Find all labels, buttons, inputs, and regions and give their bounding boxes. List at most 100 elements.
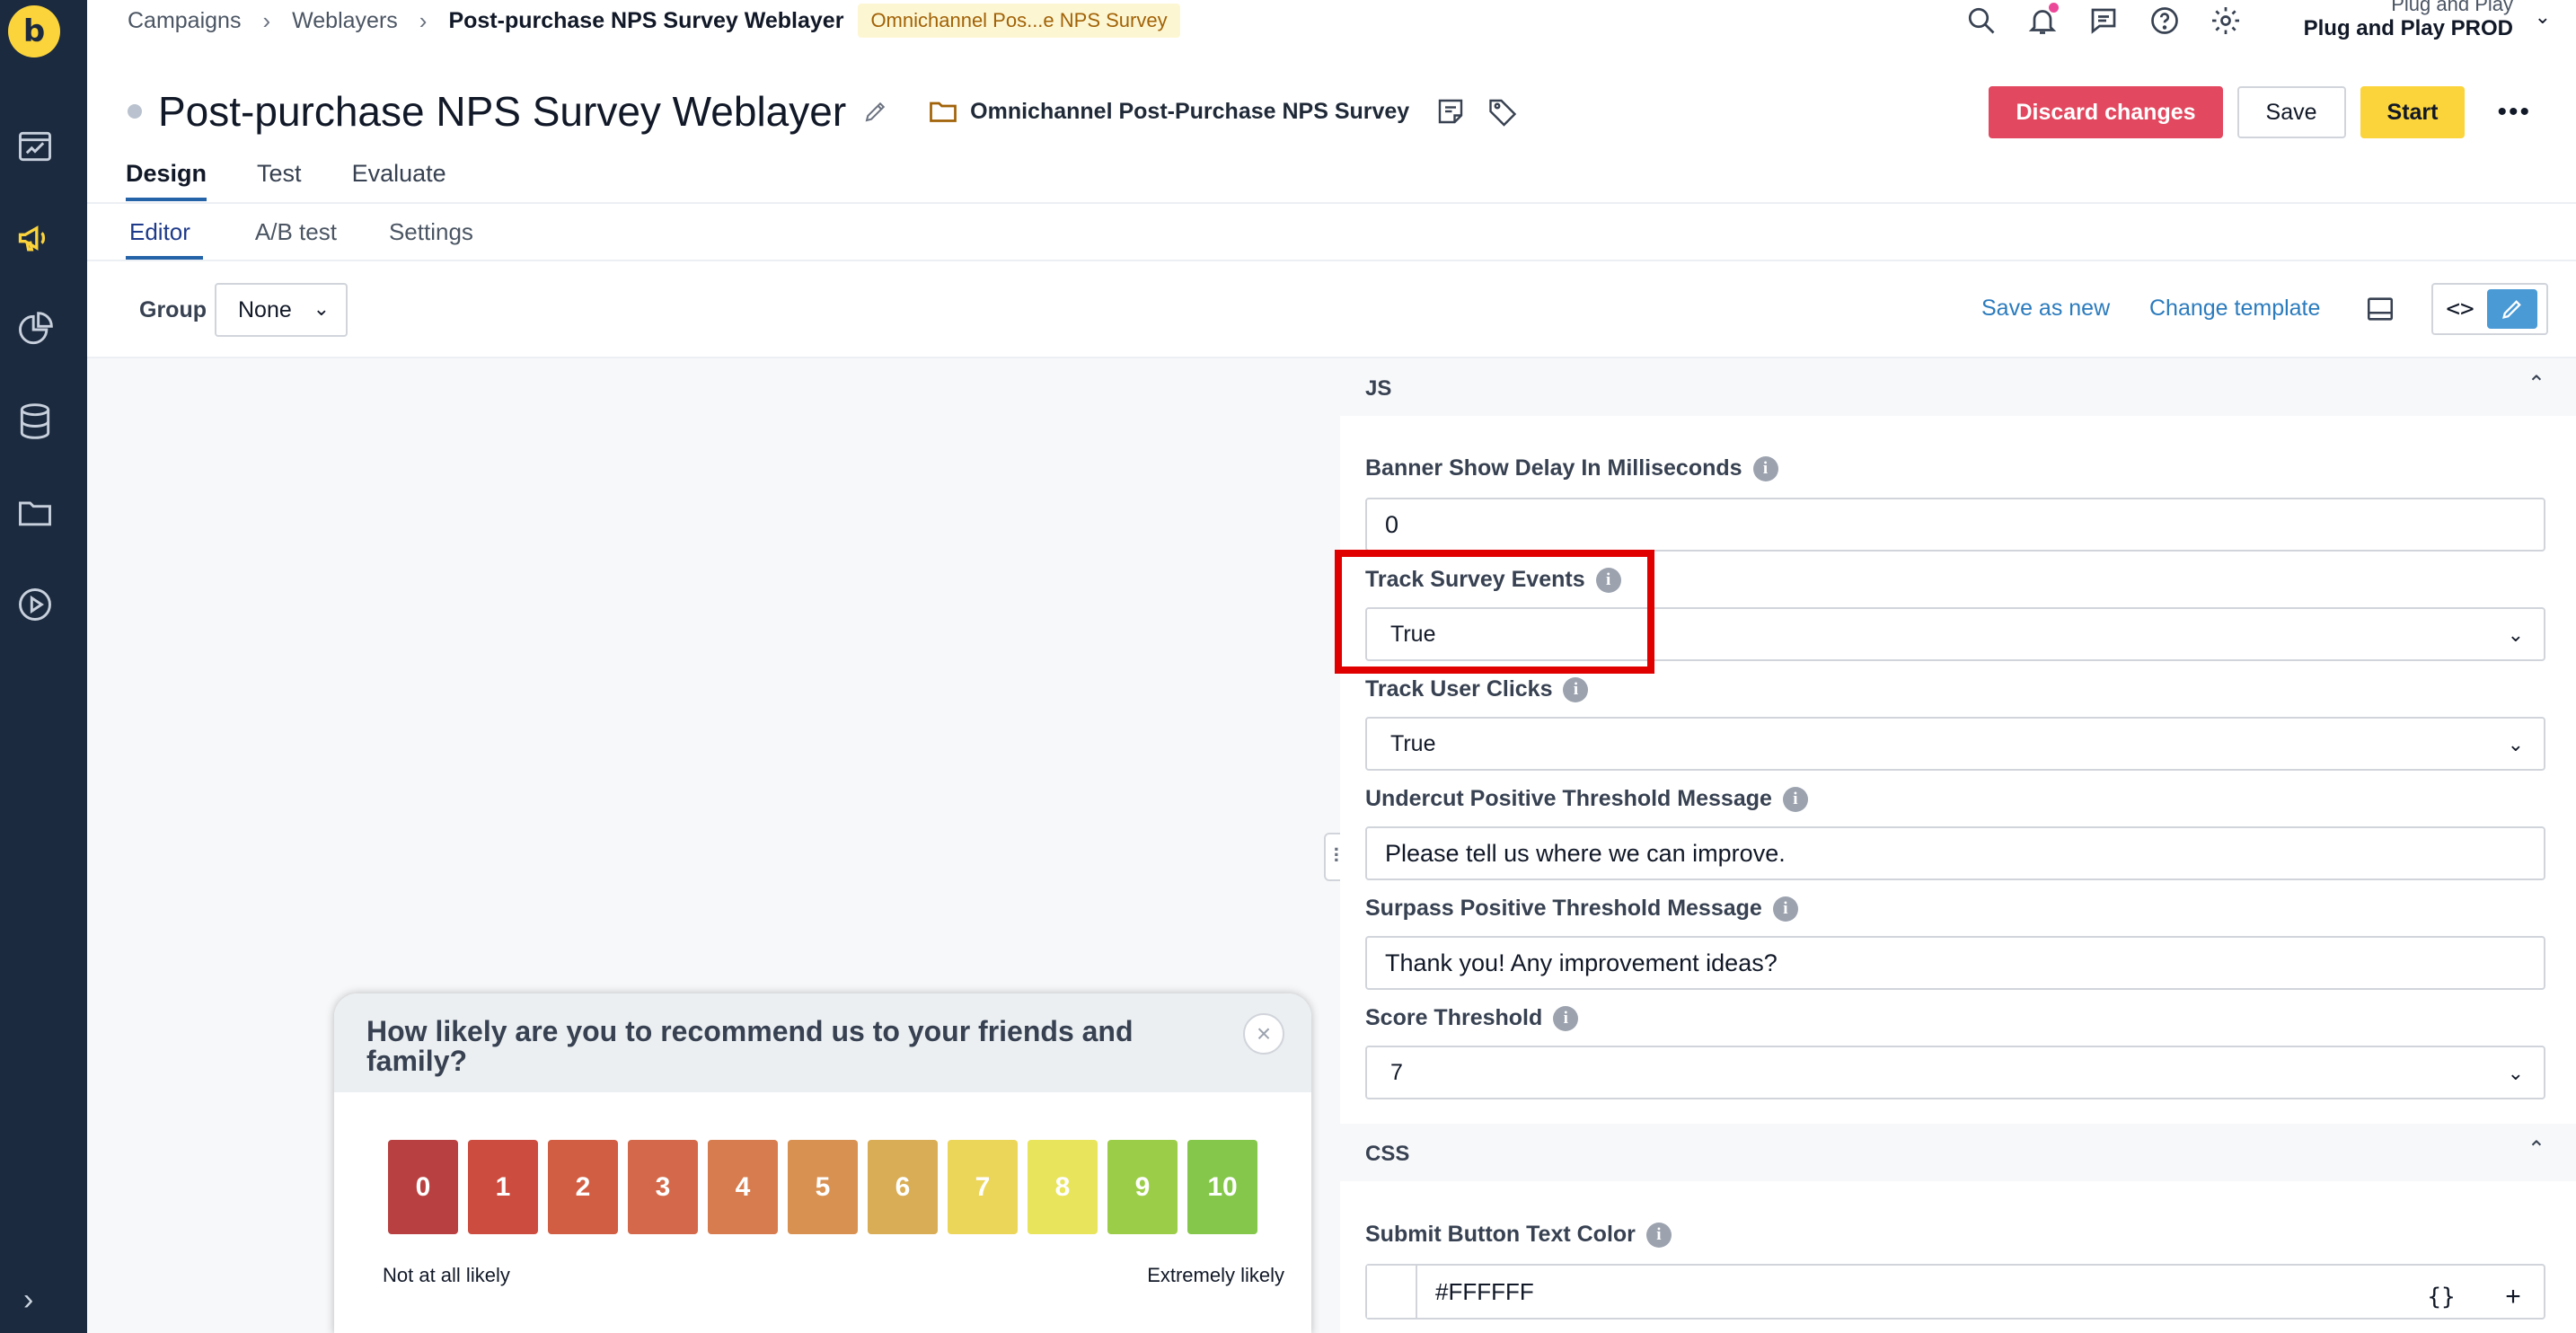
scenarios-play-icon[interactable]: [13, 582, 57, 627]
surpass-message-label-text: Surpass Positive Threshold Message: [1365, 896, 1762, 921]
info-icon[interactable]: i: [1645, 1222, 1672, 1248]
undercut-message-label-text: Undercut Positive Threshold Message: [1365, 786, 1772, 811]
breadcrumb-campaigns[interactable]: Campaigns: [128, 8, 241, 34]
layout-toggle-icon[interactable]: [2365, 294, 2395, 324]
js-section-title: JS: [1365, 376, 1392, 401]
info-icon[interactable]: i: [1752, 455, 1778, 481]
tab-ab-test[interactable]: A/B test: [255, 211, 337, 260]
change-template-link[interactable]: Change template: [2149, 296, 2320, 322]
page-title: Post-purchase NPS Survey Weblayer: [158, 88, 847, 135]
score-threshold-select[interactable]: 7 ⌄: [1365, 1046, 2545, 1099]
header-actions: Discard changes Save Start •••: [1989, 86, 2531, 138]
add-icon[interactable]: +: [2493, 1277, 2533, 1317]
info-icon[interactable]: i: [1563, 676, 1589, 702]
banner-delay-label: Banner Show Delay In Milliseconds i: [1365, 455, 1778, 481]
score-button-2[interactable]: 2: [548, 1140, 618, 1234]
css-section-title: CSS: [1365, 1142, 1410, 1166]
tab-settings[interactable]: Settings: [389, 211, 473, 260]
more-options-icon[interactable]: •••: [2497, 97, 2531, 128]
info-icon[interactable]: i: [1553, 1005, 1579, 1031]
folder-icon: [930, 102, 957, 122]
group-select-value: None: [238, 296, 292, 322]
breadcrumb-separator-icon: ›: [419, 6, 428, 34]
score-button-1[interactable]: 1: [468, 1140, 538, 1234]
account-org: Plug and Play: [2391, 0, 2513, 15]
score-button-5[interactable]: 5: [788, 1140, 858, 1234]
expand-rail-chevron-icon[interactable]: ›: [23, 1283, 33, 1318]
settings-gear-icon[interactable]: [2208, 3, 2244, 39]
info-icon[interactable]: i: [1772, 896, 1798, 922]
surpass-message-label: Surpass Positive Threshold Message i: [1365, 896, 1798, 922]
js-section-header[interactable]: JS ⌃: [1340, 358, 2576, 416]
help-icon[interactable]: [2147, 3, 2183, 39]
score-button-6[interactable]: 6: [868, 1140, 938, 1234]
highlight-box: [1335, 550, 1654, 674]
left-rail: b ›: [0, 0, 87, 1333]
close-icon[interactable]: ×: [1243, 1013, 1284, 1055]
score-button-4[interactable]: 4: [708, 1140, 778, 1234]
css-section-header[interactable]: CSS ⌃: [1340, 1124, 2576, 1181]
dashboard-icon[interactable]: [13, 124, 57, 169]
chevron-up-icon: ⌃: [2527, 1137, 2545, 1161]
notification-dot: [2049, 3, 2059, 13]
color-swatch[interactable]: [1367, 1266, 1417, 1318]
undercut-message-input[interactable]: Please tell us where we can improve.: [1365, 826, 2545, 880]
high-score-label: Extremely likely: [1147, 1264, 1284, 1286]
score-button-0[interactable]: 0: [388, 1140, 458, 1234]
search-icon[interactable]: [1963, 3, 1999, 39]
code-view-button[interactable]: <>: [2433, 285, 2487, 333]
score-button-10[interactable]: 10: [1187, 1140, 1257, 1234]
track-clicks-label-text: Track User Clicks: [1365, 676, 1553, 702]
pencil-icon: [2502, 300, 2521, 319]
brand-logo[interactable]: b: [8, 5, 60, 57]
analytics-pie-icon[interactable]: [13, 307, 57, 352]
score-button-3[interactable]: 3: [628, 1140, 698, 1234]
score-button-7[interactable]: 7: [948, 1140, 1018, 1234]
edit-title-pencil-icon[interactable]: [862, 98, 889, 125]
survey-question: How likely are you to recommend us to yo…: [366, 1015, 1134, 1077]
settings-panel: JS ⌃ Banner Show Delay In Milliseconds i …: [1340, 358, 2576, 1333]
folder-link[interactable]: Omnichannel Post-Purchase NPS Survey: [970, 99, 1409, 125]
undercut-message-label: Undercut Positive Threshold Message i: [1365, 786, 1808, 812]
tab-design[interactable]: Design: [126, 154, 207, 201]
submit-text-color-label-text: Submit Button Text Color: [1365, 1222, 1636, 1247]
breadcrumb-folder-tag[interactable]: Omnichannel Pos...e NPS Survey: [858, 4, 1180, 38]
track-clicks-label: Track User Clicks i: [1365, 676, 1589, 702]
group-select[interactable]: None ⌄: [215, 283, 348, 337]
info-icon[interactable]: i: [1782, 786, 1808, 812]
save-as-new-link[interactable]: Save as new: [1981, 296, 2110, 322]
group-label: Group: [139, 297, 207, 322]
save-button[interactable]: Save: [2236, 86, 2346, 138]
tab-editor[interactable]: Editor: [126, 211, 203, 260]
submit-text-color-input[interactable]: #FFFFFF: [1365, 1264, 2545, 1320]
track-clicks-select[interactable]: True ⌄: [1365, 717, 2545, 771]
score-threshold-value: 7: [1390, 1059, 1403, 1085]
editor-toolbar: Group None ⌄ Save as new Change template…: [87, 261, 2576, 357]
chevron-up-icon: ⌃: [2527, 372, 2545, 396]
campaigns-megaphone-icon[interactable]: [13, 216, 57, 260]
code-braces-icon[interactable]: {}: [2422, 1277, 2461, 1317]
score-threshold-label: Score Threshold i: [1365, 1005, 1579, 1031]
banner-delay-input[interactable]: 0: [1365, 498, 2545, 552]
score-button-8[interactable]: 8: [1028, 1140, 1098, 1234]
data-database-icon[interactable]: [13, 399, 57, 444]
breadcrumb: Campaigns › Weblayers › Post-purchase NP…: [128, 0, 1180, 41]
score-button-9[interactable]: 9: [1107, 1140, 1178, 1234]
notes-icon[interactable]: [1434, 95, 1467, 128]
track-clicks-value: True: [1390, 730, 1436, 756]
discard-changes-button[interactable]: Discard changes: [1989, 86, 2223, 138]
tab-evaluate[interactable]: Evaluate: [352, 154, 446, 201]
notifications-bell-icon[interactable]: [2025, 3, 2060, 39]
start-button[interactable]: Start: [2360, 86, 2466, 138]
tag-icon[interactable]: [1486, 95, 1519, 128]
chevron-down-icon[interactable]: ⌄: [2535, 5, 2551, 29]
score-threshold-label-text: Score Threshold: [1365, 1005, 1543, 1030]
surpass-message-input[interactable]: Thank you! Any improvement ideas?: [1365, 936, 2545, 990]
breadcrumb-separator-icon: ›: [262, 6, 271, 34]
breadcrumb-weblayers[interactable]: Weblayers: [292, 8, 398, 34]
account-switcher[interactable]: Plug and Play Plug and Play PROD: [2304, 0, 2513, 41]
chat-icon[interactable]: [2086, 3, 2122, 39]
tab-test[interactable]: Test: [257, 154, 302, 201]
visual-edit-button[interactable]: [2487, 289, 2537, 329]
assets-folder-icon[interactable]: [13, 490, 57, 535]
